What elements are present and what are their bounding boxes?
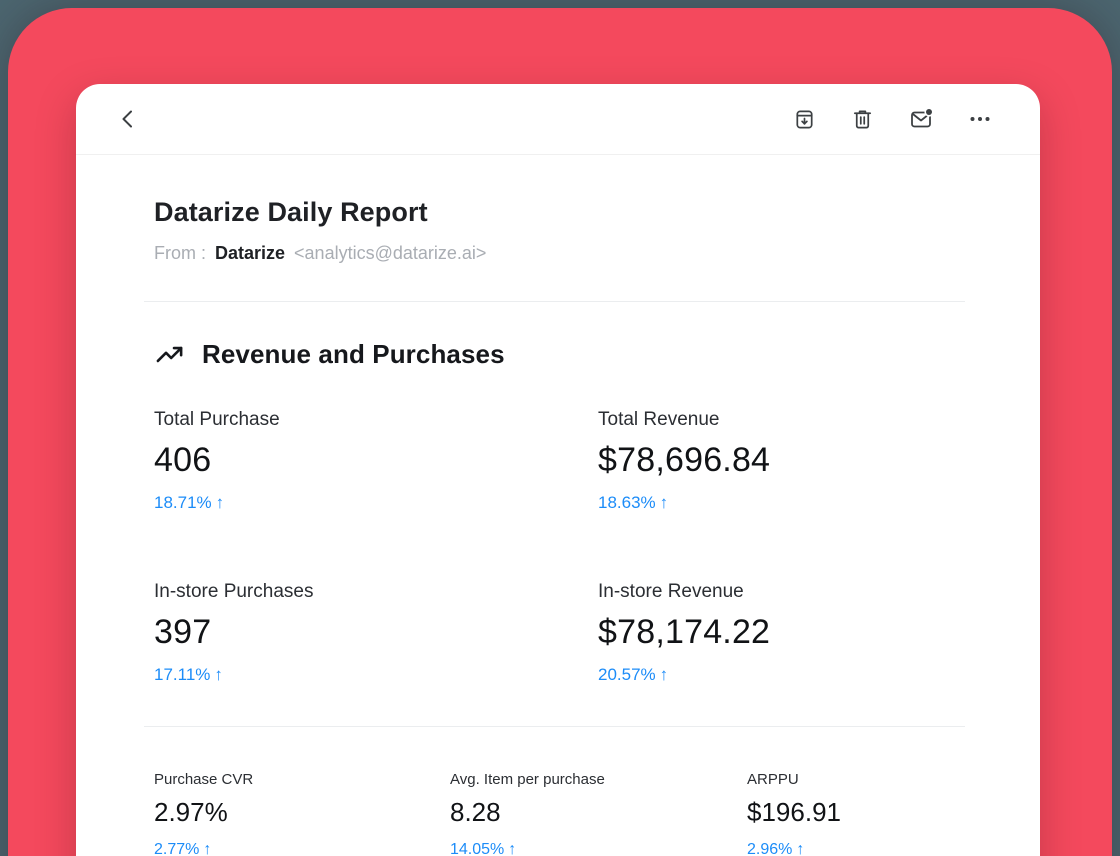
metric-value: $196.91 [747, 797, 841, 827]
metric-delta: 2.77% ↑ [154, 841, 212, 856]
mail-unread-dot-icon [909, 107, 933, 131]
metric-delta: 17.11% ↑ [154, 665, 223, 684]
metric-avg-item-per-purchase: Avg. Item per purchase 8.28 14.05% ↑ [450, 771, 747, 856]
trending-up-icon [154, 339, 185, 370]
metric-label: Purchase CVR [154, 771, 254, 788]
up-arrow-icon: ↑ [508, 841, 517, 856]
archive-download-icon [793, 108, 816, 131]
page-background: Datarize Daily Report From : Datarize <a… [0, 0, 1120, 856]
metric-value: 397 [154, 613, 212, 651]
metric-value: 2.97% [154, 797, 228, 827]
back-button[interactable] [112, 103, 144, 135]
header-divider [144, 301, 965, 302]
metric-label: ARPPU [747, 771, 799, 788]
metric-arppu: ARPPU $196.91 2.96% ↑ [747, 771, 965, 856]
metric-delta: 2.96% ↑ [747, 841, 805, 856]
secondary-metrics-grid: Purchase CVR 2.97% 2.77% ↑ Avg. Item per … [154, 771, 965, 856]
trash-icon [851, 108, 874, 131]
metric-value: $78,174.22 [598, 613, 771, 651]
metric-delta: 14.05% ↑ [450, 841, 517, 856]
sender-address: <analytics@datarize.ai> [294, 243, 487, 263]
up-arrow-icon: ↑ [659, 493, 669, 512]
ellipsis-icon [968, 107, 992, 131]
metric-instore-purchases: In-store Purchases 397 17.11% ↑ [154, 581, 598, 685]
from-label: From : [154, 243, 206, 263]
mark-unread-button[interactable] [905, 103, 937, 135]
email-subject: Datarize Daily Report [154, 197, 428, 227]
up-arrow-icon: ↑ [203, 841, 212, 856]
up-arrow-icon: ↑ [214, 665, 223, 684]
metrics-divider [144, 726, 965, 727]
metric-delta: 18.71% ↑ [154, 493, 225, 512]
primary-metrics-grid: Total Purchase 406 18.71% ↑ Total Revenue… [154, 409, 965, 685]
report-section-header: Revenue and Purchases [154, 339, 965, 370]
metric-total-revenue: Total Revenue $78,696.84 18.63% ↑ [598, 409, 965, 513]
email-toolbar [76, 84, 1040, 155]
metric-value: 406 [154, 441, 212, 479]
up-arrow-icon: ↑ [215, 493, 225, 512]
metric-label: In-store Revenue [598, 581, 744, 602]
metric-label: Avg. Item per purchase [450, 771, 605, 788]
metric-label: In-store Purchases [154, 581, 314, 602]
trash-button[interactable] [847, 104, 878, 135]
email-reader-card: Datarize Daily Report From : Datarize <a… [76, 84, 1040, 856]
email-body: Datarize Daily Report From : Datarize <a… [76, 197, 1040, 856]
up-arrow-icon: ↑ [659, 665, 669, 684]
up-arrow-icon: ↑ [796, 841, 805, 856]
metric-purchase-cvr: Purchase CVR 2.97% 2.77% ↑ [154, 771, 450, 856]
toolbar-actions [789, 103, 996, 135]
metric-value: 8.28 [450, 797, 501, 827]
metric-delta: 18.63% ↑ [598, 493, 669, 512]
metric-instore-revenue: In-store Revenue $78,174.22 20.57% ↑ [598, 581, 965, 685]
chevron-left-icon [116, 107, 140, 131]
archive-button[interactable] [789, 104, 820, 135]
metric-total-purchase: Total Purchase 406 18.71% ↑ [154, 409, 598, 513]
section-title: Revenue and Purchases [202, 339, 505, 369]
metric-value: $78,696.84 [598, 441, 771, 479]
metric-label: Total Revenue [598, 409, 720, 430]
metric-label: Total Purchase [154, 409, 280, 430]
sender-name: Datarize [215, 243, 286, 263]
more-button[interactable] [964, 103, 996, 135]
email-from-row: From : Datarize <analytics@datarize.ai> [154, 243, 965, 264]
metric-delta: 20.57% ↑ [598, 665, 669, 684]
